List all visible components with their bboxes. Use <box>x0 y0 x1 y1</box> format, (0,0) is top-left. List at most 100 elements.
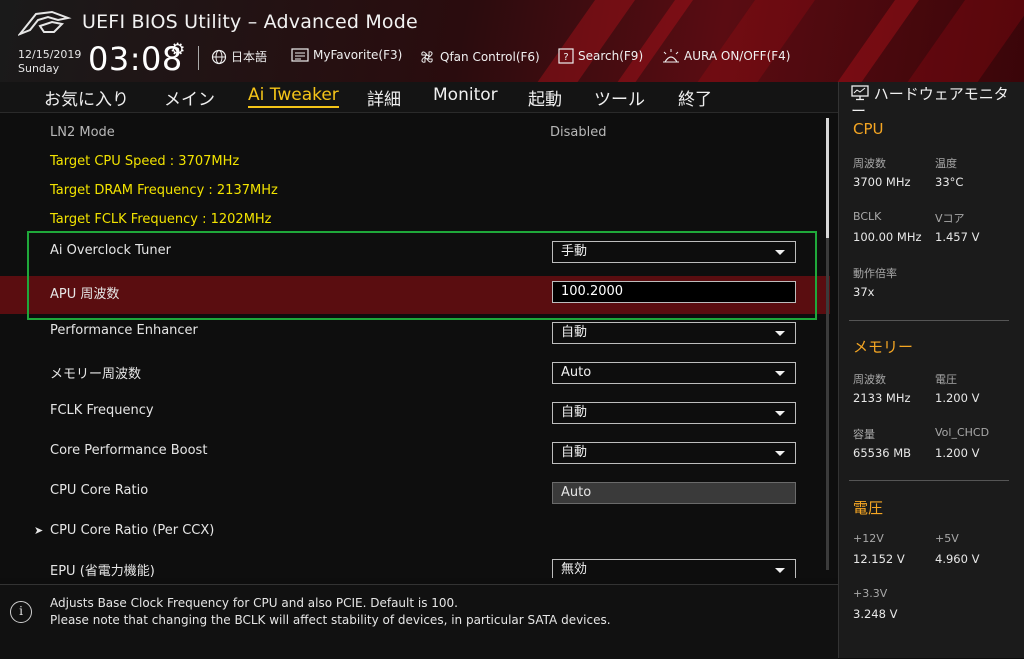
chevron-down-icon <box>775 568 785 573</box>
day-text: Sunday <box>18 62 60 75</box>
v5-label: +5V <box>935 532 959 545</box>
performance-enhancer-dropdown[interactable]: 自動 <box>552 322 796 344</box>
setting-label: CPU Core Ratio <box>50 483 149 498</box>
tab-main[interactable]: メイン <box>164 85 215 110</box>
mem-cap-label: 容量 <box>853 428 875 441</box>
tab-favorites[interactable]: お気に入り <box>44 85 129 110</box>
info-icon: i <box>10 601 32 623</box>
hw-divider <box>849 320 1009 321</box>
cpu-ratio-value: 37x <box>853 285 875 299</box>
search-label: Search(F9) <box>578 49 644 63</box>
setting-cpu-core-ratio: CPU Core Ratio Auto <box>0 474 830 512</box>
qfan-control-button[interactable]: Qfan Control(F6) <box>418 48 540 66</box>
setting-performance-enhancer[interactable]: Performance Enhancer 自動 <box>0 314 830 352</box>
dropdown-value: 自動 <box>561 405 588 420</box>
hardware-monitor-panel: ハードウェアモニター CPU 周波数 温度 3700 MHz 33°C BCLK… <box>838 82 1024 658</box>
v33-label: +3.3V <box>853 587 888 600</box>
clock-display: 03:08 <box>88 40 183 78</box>
hw-monitor-title: ハードウェアモニター <box>851 85 1021 120</box>
fan-icon <box>421 51 433 63</box>
tab-bar: お気に入り メイン Ai Tweaker 詳細 Monitor 起動 ツール 終… <box>0 82 838 113</box>
hw-monitor-title-text: ハードウェアモニター <box>851 85 1009 120</box>
setting-apu-frequency[interactable]: APU 周波数 100.2000 <box>0 276 830 314</box>
mem-volt-label: 電圧 <box>935 373 957 386</box>
cpu-core-ratio-field: Auto <box>552 482 796 504</box>
setting-label: LN2 Mode <box>50 125 115 140</box>
v5-value: 4.960 V <box>935 552 980 566</box>
settings-panel: LN2 Mode Disabled Target CPU Speed : 370… <box>0 113 838 578</box>
favorite-icon <box>291 48 309 62</box>
chevron-down-icon <box>775 451 785 456</box>
cpu-freq-label: 周波数 <box>853 157 886 170</box>
setting-label: FCLK Frequency <box>50 403 154 418</box>
dropdown-value: 自動 <box>561 445 588 460</box>
chevron-down-icon <box>775 250 785 255</box>
v12-label: +12V <box>853 532 884 545</box>
help-panel: i Adjusts Base Clock Frequency for CPU a… <box>0 584 838 659</box>
cpu-heading: CPU <box>853 120 884 138</box>
settings-scrollbar[interactable] <box>826 118 829 570</box>
setting-label: Core Performance Boost <box>50 443 208 458</box>
aura-icon <box>663 49 679 63</box>
language-label: 日本語 <box>231 50 268 64</box>
tab-advanced[interactable]: 詳細 <box>367 85 401 110</box>
core-performance-boost-dropdown[interactable]: 自動 <box>552 442 796 464</box>
gear-icon[interactable]: ⚙ <box>170 40 185 60</box>
voltage-heading: 電圧 <box>853 499 884 517</box>
setting-value: Disabled <box>550 125 607 140</box>
ai-overclock-dropdown[interactable]: 手動 <box>552 241 796 263</box>
dropdown-value: Auto <box>561 365 592 380</box>
info-text: Target DRAM Frequency : 2137MHz <box>50 183 278 198</box>
setting-core-performance-boost[interactable]: Core Performance Boost 自動 <box>0 434 830 472</box>
cpu-bclk-value: 100.00 MHz <box>853 230 922 244</box>
tab-exit[interactable]: 終了 <box>678 85 712 110</box>
tab-ai-tweaker[interactable]: Ai Tweaker <box>248 85 339 108</box>
mem-freq-label: 周波数 <box>853 373 886 386</box>
help-line-1: Adjusts Base Clock Frequency for CPU and… <box>50 596 458 610</box>
tab-tool[interactable]: ツール <box>594 85 645 110</box>
globe-icon <box>211 49 227 64</box>
rog-logo-icon <box>18 10 72 36</box>
apu-frequency-input[interactable]: 100.2000 <box>552 281 796 303</box>
setting-label: EPU (省電力機能) <box>50 564 155 578</box>
setting-epu[interactable]: EPU (省電力機能) 無効 <box>0 551 830 578</box>
svg-text:?: ? <box>563 52 568 63</box>
setting-label: Performance Enhancer <box>50 323 198 338</box>
language-button[interactable]: 日本語 <box>211 48 267 65</box>
mem-volt-value: 1.200 V <box>935 391 980 405</box>
tab-monitor[interactable]: Monitor <box>433 85 498 105</box>
search-button[interactable]: ? Search(F9) <box>558 48 643 64</box>
setting-fclk-frequency[interactable]: FCLK Frequency 自動 <box>0 394 830 432</box>
dropdown-value: 自動 <box>561 325 588 340</box>
tab-boot[interactable]: 起動 <box>528 85 562 110</box>
cpu-bclk-label: BCLK <box>853 210 882 223</box>
epu-dropdown[interactable]: 無効 <box>552 559 796 578</box>
monitor-icon <box>851 85 869 101</box>
cpu-ratio-label: 動作倍率 <box>853 267 897 280</box>
cpu-temp-label: 温度 <box>935 157 957 170</box>
memory-frequency-dropdown[interactable]: Auto <box>552 362 796 384</box>
date-text: 12/15/2019 <box>18 48 82 61</box>
setting-label: APU 周波数 <box>50 287 120 302</box>
chevron-down-icon <box>775 371 785 376</box>
date-display: 12/15/2019 Sunday <box>18 48 81 76</box>
setting-ai-overclock-tuner[interactable]: Ai Overclock Tuner 手動 <box>0 234 830 272</box>
scrollbar-thumb[interactable] <box>826 118 829 238</box>
fclk-frequency-dropdown[interactable]: 自動 <box>552 402 796 424</box>
mem-vol-chcd-label: Vol_CHCD <box>935 426 990 439</box>
help-line-2: Please note that changing the BCLK will … <box>50 613 611 627</box>
submenu-cpu-core-ratio-ccx[interactable]: ➤ CPU Core Ratio (Per CCX) <box>0 515 830 553</box>
dropdown-value: 無効 <box>561 562 588 577</box>
info-text: Target CPU Speed : 3707MHz <box>50 154 240 169</box>
hw-divider <box>849 480 1009 481</box>
info-text: Target FCLK Frequency : 1202MHz <box>50 212 272 227</box>
mem-vol-chcd-value: 1.200 V <box>935 446 980 460</box>
mem-cap-value: 65536 MB <box>853 446 912 460</box>
aura-button[interactable]: AURA ON/OFF(F4) <box>662 48 790 64</box>
myfavorite-button[interactable]: MyFavorite(F3) <box>291 48 402 62</box>
v12-value: 12.152 V <box>853 552 905 566</box>
mem-freq-value: 2133 MHz <box>853 391 911 405</box>
v33-value: 3.248 V <box>853 607 898 621</box>
myfavorite-label: MyFavorite(F3) <box>313 48 403 62</box>
setting-memory-frequency[interactable]: メモリー周波数 Auto <box>0 354 830 392</box>
